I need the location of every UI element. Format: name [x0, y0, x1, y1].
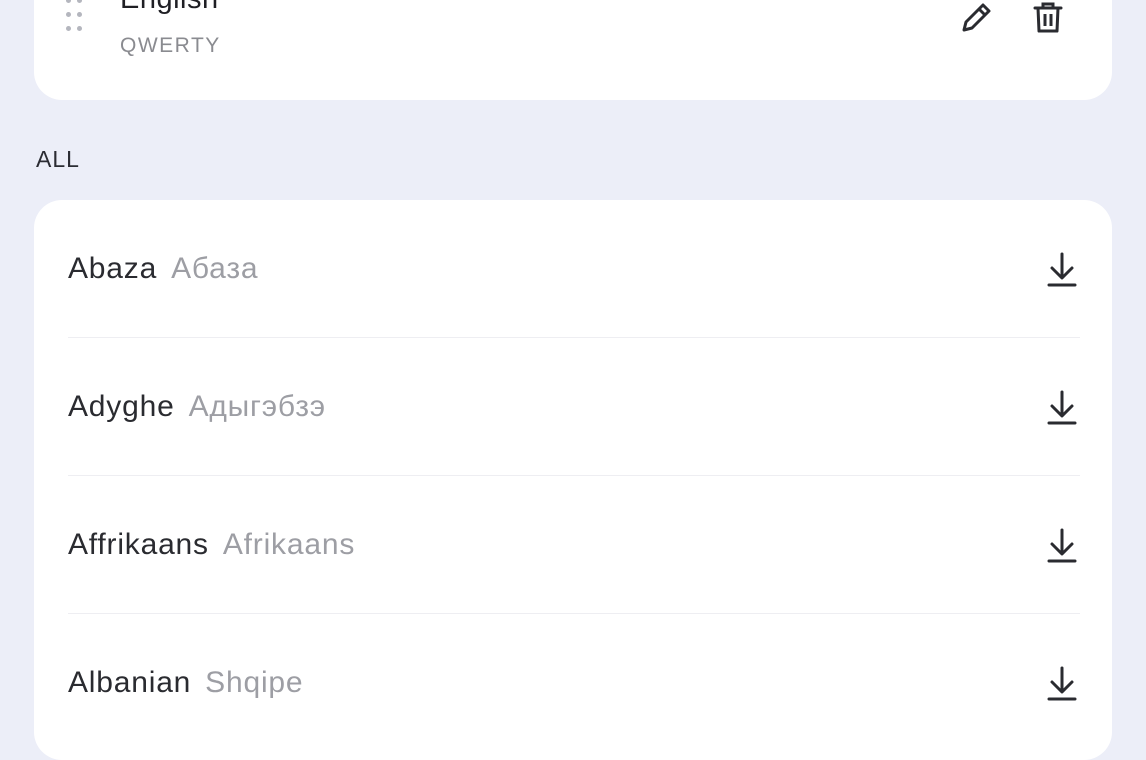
download-button[interactable] — [1040, 248, 1084, 292]
list-item[interactable]: Adyghe Адыгэбзэ — [68, 338, 1080, 476]
download-icon — [1047, 252, 1077, 287]
download-icon — [1047, 666, 1077, 701]
language-name: Albanian — [68, 666, 192, 699]
language-text: Albanian Shqipe — [68, 664, 303, 702]
language-native-name: Адыгэбзэ — [188, 390, 326, 423]
installed-language-name: English — [120, 0, 219, 16]
list-item[interactable]: Albanian Shqipe — [68, 614, 1080, 752]
language-name: Abaza — [68, 252, 158, 285]
language-native-name: Абаза — [171, 252, 259, 285]
section-label-all: ALL — [36, 146, 80, 172]
download-button[interactable] — [1040, 524, 1084, 568]
language-native-name: Afrikaans — [222, 528, 356, 561]
list-item[interactable]: Abaza Абаза — [68, 200, 1080, 338]
language-native-name: Shqipe — [205, 666, 304, 699]
installed-language-card: English QWERTY — [34, 0, 1112, 100]
language-name: Affrikaans — [68, 528, 209, 561]
download-button[interactable] — [1040, 662, 1084, 706]
download-button[interactable] — [1040, 386, 1084, 430]
language-name: Adyghe — [68, 390, 175, 423]
download-icon — [1047, 390, 1077, 425]
download-icon — [1047, 528, 1077, 563]
language-text: Affrikaans Afrikaans — [68, 526, 355, 564]
delete-button[interactable] — [1028, 0, 1068, 38]
drag-handle-icon[interactable] — [66, 0, 84, 32]
trash-icon — [1033, 2, 1063, 33]
pencil-icon — [962, 3, 991, 32]
list-item[interactable]: Affrikaans Afrikaans — [68, 476, 1080, 614]
installed-language-layout: QWERTY — [120, 34, 221, 57]
language-text: Abaza Абаза — [68, 250, 258, 288]
edit-button[interactable] — [956, 0, 996, 38]
language-text: Adyghe Адыгэбзэ — [68, 388, 326, 426]
all-languages-list: Abaza Абаза Adyghe Адыгэбзэ Affrikaans Afri… — [34, 200, 1112, 760]
